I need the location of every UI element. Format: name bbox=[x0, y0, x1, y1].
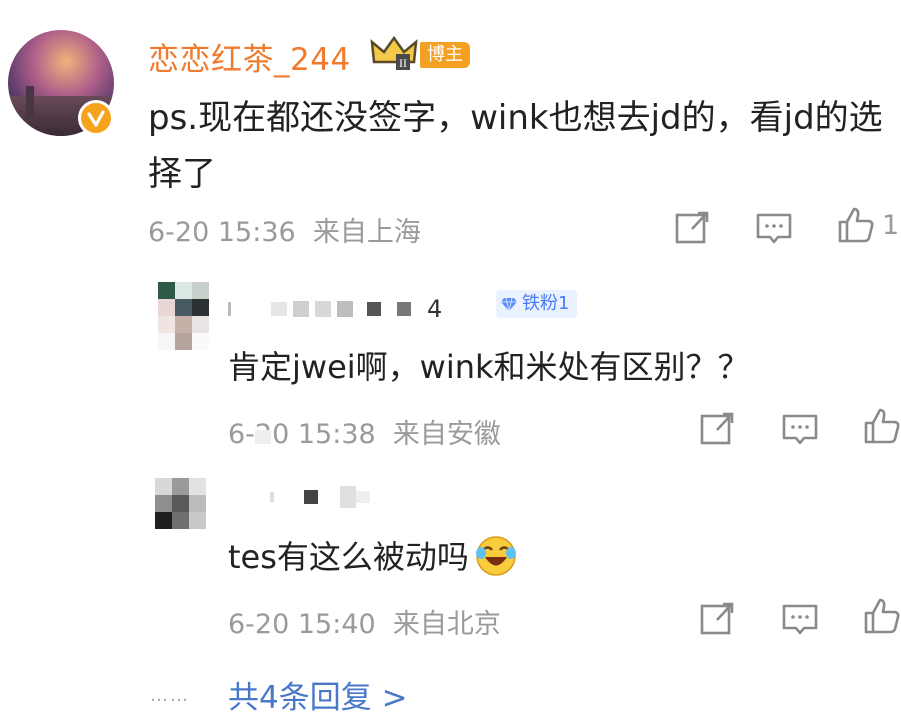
share-icon[interactable] bbox=[697, 598, 737, 638]
role-badge: 博主 bbox=[420, 42, 470, 68]
blur-patch bbox=[255, 430, 271, 444]
like-icon[interactable] bbox=[862, 596, 901, 636]
laughing-emoji-icon bbox=[475, 536, 516, 576]
svg-text:II: II bbox=[399, 56, 407, 70]
comment-text: ps.现在都还没签字，wink也想去jd的，看jd的选择了 bbox=[148, 98, 883, 194]
avatar[interactable] bbox=[158, 282, 209, 350]
comment-icon[interactable] bbox=[754, 207, 794, 247]
username[interactable]: 恋恋红茶_244 bbox=[148, 34, 351, 79]
comment-time: 6-20 15:36 来自上海 bbox=[148, 217, 421, 248]
reply-time: 6-20 15:40 来自北京 bbox=[228, 609, 501, 640]
like-icon[interactable] bbox=[836, 205, 876, 245]
more-replies-link[interactable]: 共4条回复 > bbox=[228, 672, 408, 717]
divider-dots: …… bbox=[150, 685, 190, 706]
masked-username[interactable] bbox=[270, 484, 370, 510]
reply-text: 肯定jwei啊，wink和米处有区别？？ bbox=[228, 348, 750, 386]
masked-username[interactable]: 4 bbox=[228, 295, 442, 323]
avatar[interactable] bbox=[155, 478, 206, 529]
crown-icon: II bbox=[368, 32, 420, 72]
diamond-icon bbox=[501, 297, 517, 312]
reply-text: tes有这么被动吗 bbox=[228, 538, 469, 576]
like-count: 1 bbox=[882, 210, 900, 241]
reply-text-row: tes有这么被动吗 bbox=[228, 532, 519, 578]
like-icon[interactable] bbox=[862, 406, 901, 446]
share-icon[interactable] bbox=[697, 408, 737, 448]
fan-badge: 铁粉1 bbox=[496, 290, 578, 318]
comment-icon[interactable] bbox=[780, 598, 820, 638]
share-icon[interactable] bbox=[672, 207, 712, 247]
verified-icon bbox=[78, 100, 114, 136]
comment-icon[interactable] bbox=[780, 408, 820, 448]
